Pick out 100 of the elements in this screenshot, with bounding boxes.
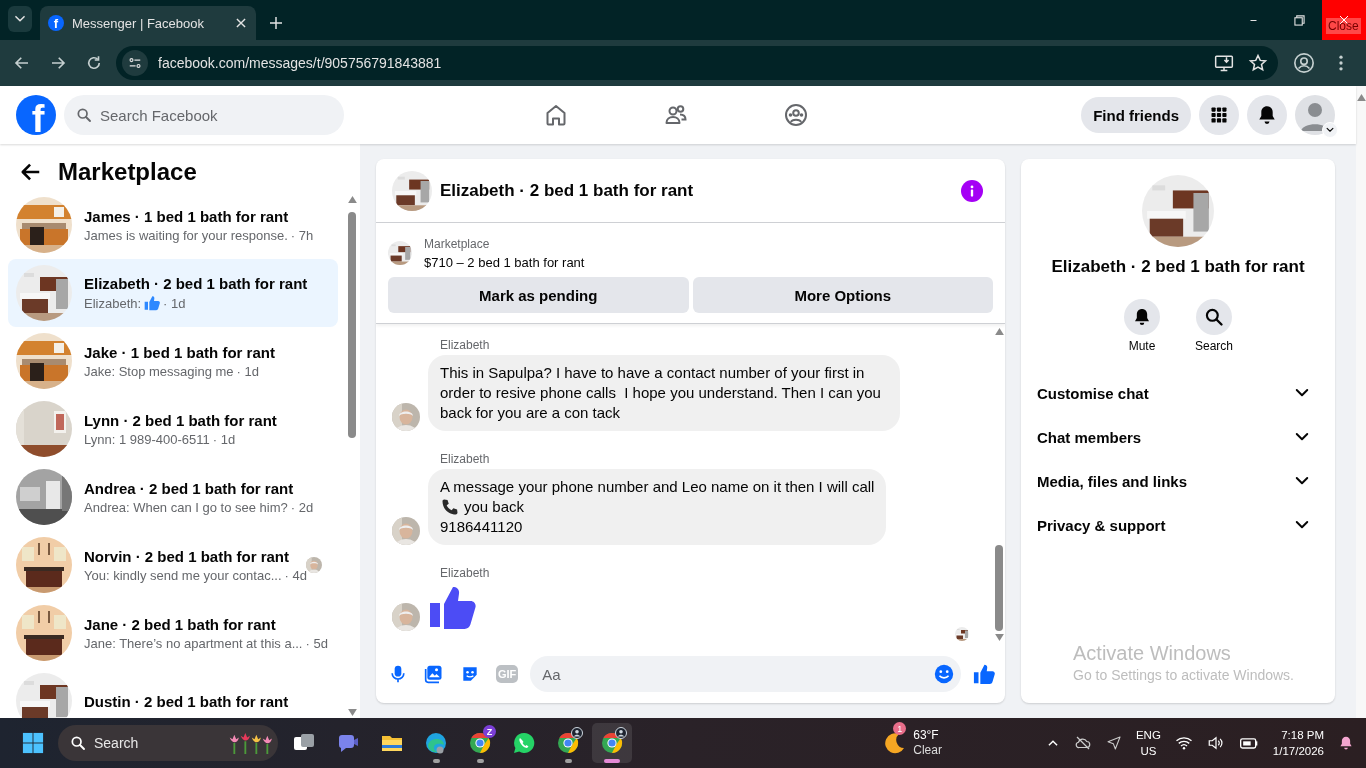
timestamp: · 5d [305, 635, 328, 651]
photo-icon[interactable] [424, 664, 444, 684]
account-button[interactable] [1295, 95, 1335, 135]
section-title: Privacy & support [1037, 516, 1166, 534]
search-icon [70, 735, 86, 751]
section-header[interactable]: Chat members [1029, 415, 1327, 459]
section-header[interactable]: Privacy & support [1029, 503, 1327, 547]
message-text: This in Sapulpa? I have to have a contact number of your first in order to resive phone calls I hope you understand. Then I can you back for you are a con tack [440, 363, 882, 423]
conversation-item[interactable]: James · 1 bed 1 bath for rant James is waiting for your response. · 7h [8, 191, 338, 259]
thumbs-up-icon[interactable] [973, 663, 995, 685]
conversation-title: Lynn · 2 bed 1 bath for rant [84, 411, 278, 429]
section-header[interactable]: Media, files and links [1029, 459, 1327, 503]
scroll-down-icon [994, 634, 1004, 641]
action-label: Search [1195, 339, 1233, 353]
conversation-item[interactable]: Elizabeth · 2 bed 1 bath for rant Elizabeth: · 1d [8, 259, 338, 327]
cloud-off-icon[interactable] [1073, 734, 1092, 752]
action-button[interactable]: Mark as pending [388, 277, 689, 313]
mute-button[interactable] [1124, 299, 1160, 335]
taskbar-app[interactable] [592, 723, 632, 763]
action-button[interactable]: More Options [692, 277, 993, 313]
message-text: A message your phone number and Leo name on it then I will call [440, 477, 875, 497]
message-preview: Jane: There’s no apartment at this a... [84, 635, 303, 651]
bell-icon [1256, 104, 1278, 126]
tab-search-button[interactable] [8, 6, 32, 32]
conversation-item[interactable]: Jane · 2 bed 1 bath for rant Jane: There’s no apartment at this a... · 5d [8, 599, 338, 667]
message-text: 9186441120 [440, 517, 524, 537]
scroll-up-icon [994, 328, 1004, 335]
taskbar-search-field[interactable]: Search [58, 725, 278, 761]
section-header[interactable]: Customise chat [1029, 371, 1327, 415]
conversation-name: Elizabeth · 2 bed 1 bath for rant [1051, 257, 1305, 277]
timestamp: · 2d [290, 499, 314, 515]
plus-icon[interactable] [268, 15, 284, 31]
speaker-icon[interactable] [1206, 734, 1225, 752]
close-icon[interactable] [234, 16, 248, 30]
back-icon[interactable] [13, 54, 31, 72]
site-settings-button[interactable] [122, 50, 148, 76]
scroll-down-icon [347, 709, 357, 716]
menu-button[interactable] [1199, 95, 1239, 135]
wifi-icon[interactable] [1174, 734, 1193, 752]
location-arrow-icon[interactable] [1105, 735, 1122, 751]
language-indicator[interactable]: ENG US [1135, 727, 1161, 759]
sliders-icon [128, 56, 142, 70]
reload-icon[interactable] [85, 54, 103, 72]
message-text: you back [464, 497, 525, 517]
conversation-title: Elizabeth · 2 bed 1 bath for rant [84, 275, 309, 292]
listing-title: $710 – 2 bed 1 bath for rant [424, 254, 585, 270]
emoji-icon[interactable] [933, 663, 955, 685]
timestamp: · 1d [212, 431, 236, 447]
conversation-title: Norvin · 2 bed 1 bath for rant [84, 547, 291, 565]
forward-icon[interactable] [49, 54, 67, 72]
search-icon [1204, 307, 1224, 327]
clock[interactable]: 7:18 PM 1/17/2026 [1272, 727, 1324, 759]
timestamp: · 7h [290, 227, 314, 243]
action-label: Mute [1128, 339, 1156, 353]
microphone-icon[interactable] [388, 664, 408, 684]
facebook-logo[interactable]: f [16, 95, 56, 135]
activation-message: Go to Settings to activate Windows. [1073, 666, 1294, 685]
browser-tab[interactable]: f Messenger | Facebook [40, 6, 256, 40]
section-title: Chat members [1037, 428, 1142, 446]
message-preview: Lynn: 1 989-400-6511 [84, 431, 210, 447]
scrollbar-thumb[interactable] [995, 545, 1003, 631]
region-code: US [1140, 744, 1157, 759]
browser-icon [468, 731, 492, 755]
time: 7:18 PM [1281, 728, 1324, 743]
conversation-item[interactable]: Norvin · 2 bed 1 bath for rant You: kindly send me your contac... · 4d [8, 531, 338, 599]
search-icon [76, 107, 92, 123]
timestamp: · 1d [163, 295, 186, 311]
grid-icon [1209, 105, 1229, 125]
message-preview: You: kindly send me your contac... [84, 567, 282, 583]
url-text: facebook.com/messages/t/905756791843881 [158, 55, 443, 71]
search-button[interactable] [1196, 299, 1232, 335]
notifications-button[interactable] [1247, 95, 1287, 135]
install-icon[interactable] [1214, 53, 1234, 73]
search-field[interactable]: Search Facebook [64, 95, 344, 135]
conversation-item[interactable]: Jake · 1 bed 1 bath for rant Jake: Stop messaging me · 1d [8, 327, 338, 395]
section-title: Media, files and links [1037, 472, 1188, 490]
people-icon [664, 103, 688, 127]
temperature: 63°F [913, 728, 940, 743]
conversation-item[interactable]: Lynn · 2 bed 1 bath for rant Lynn: 1 989-400-6511 · 1d [8, 395, 338, 463]
conversation-title: Andrea · 2 bed 1 bath for rant [84, 479, 295, 497]
conversation-item[interactable]: Andrea · 2 bed 1 bath for rant Andrea: When can I go to see him? · 2d [8, 463, 338, 531]
taskbar-app[interactable]: Z [460, 723, 500, 763]
message-preview: Elizabeth: [84, 295, 142, 311]
scrollbar-thumb[interactable] [348, 212, 356, 438]
close-button[interactable]: Close [1322, 0, 1366, 40]
sender-name: Elizabeth [440, 452, 491, 466]
address-bar[interactable]: facebook.com/messages/t/905756791843881 [116, 46, 1278, 80]
star-icon[interactable] [1248, 53, 1268, 73]
bell-icon[interactable] [1338, 735, 1354, 751]
message-field[interactable]: Aa [530, 656, 961, 692]
bell-icon [1132, 307, 1152, 327]
language-code: ENG [1135, 728, 1161, 743]
find-friends-button[interactable]: Find friends [1081, 97, 1191, 133]
scroll-up-icon [347, 196, 357, 203]
people-circle-icon [784, 103, 808, 127]
profile-icon[interactable] [1293, 52, 1315, 74]
info-button[interactable] [961, 179, 983, 202]
sidebar-title: Marketplace [58, 157, 197, 186]
sticker-icon[interactable] [460, 664, 480, 684]
windows-logo-icon[interactable] [22, 732, 44, 754]
